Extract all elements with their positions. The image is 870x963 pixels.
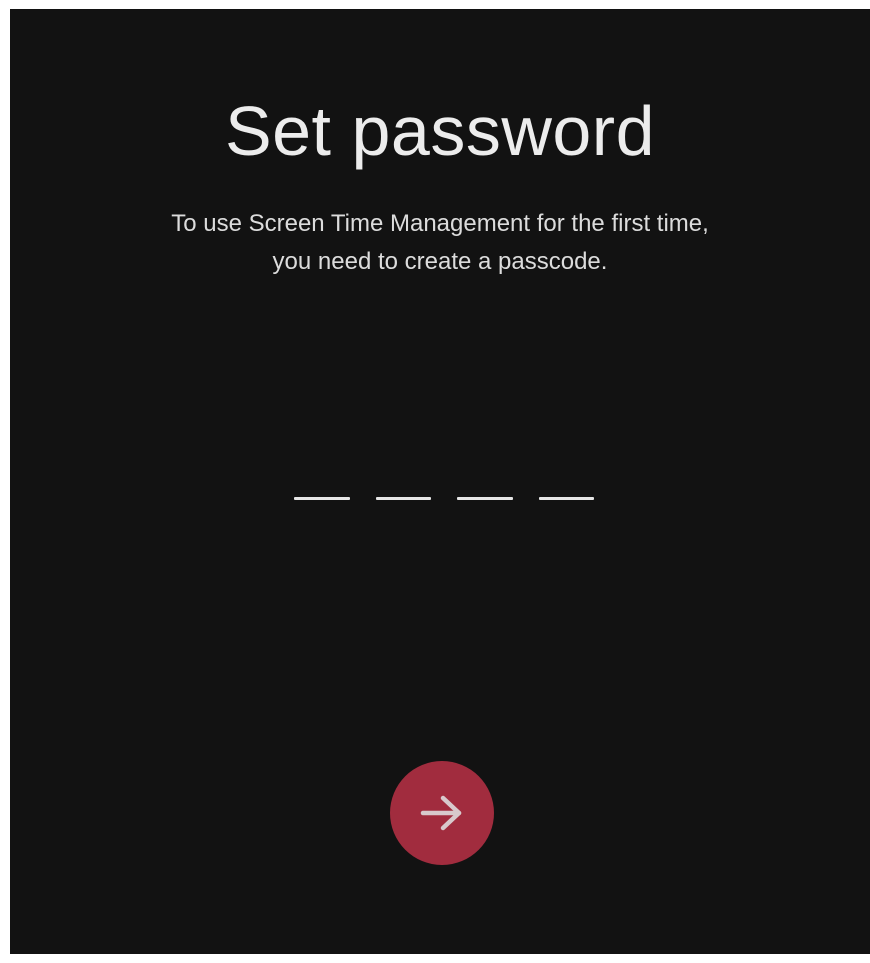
passcode-digit-slot <box>457 497 513 500</box>
subtitle-line-1: To use Screen Time Management for the fi… <box>171 210 709 237</box>
passcode-input[interactable] <box>294 487 594 511</box>
passcode-digit-slot <box>294 497 350 500</box>
next-button[interactable] <box>390 761 494 865</box>
set-password-screen: Set password To use Screen Time Manageme… <box>10 9 870 954</box>
arrow-right-icon <box>419 793 465 833</box>
page-title: Set password <box>224 92 656 170</box>
passcode-digit-slot <box>375 497 431 500</box>
page-subtitle: To use Screen Time Management for the fi… <box>10 205 870 281</box>
passcode-digit-slot <box>538 497 594 500</box>
subtitle-line-2: you need to create a passcode. <box>272 248 608 275</box>
